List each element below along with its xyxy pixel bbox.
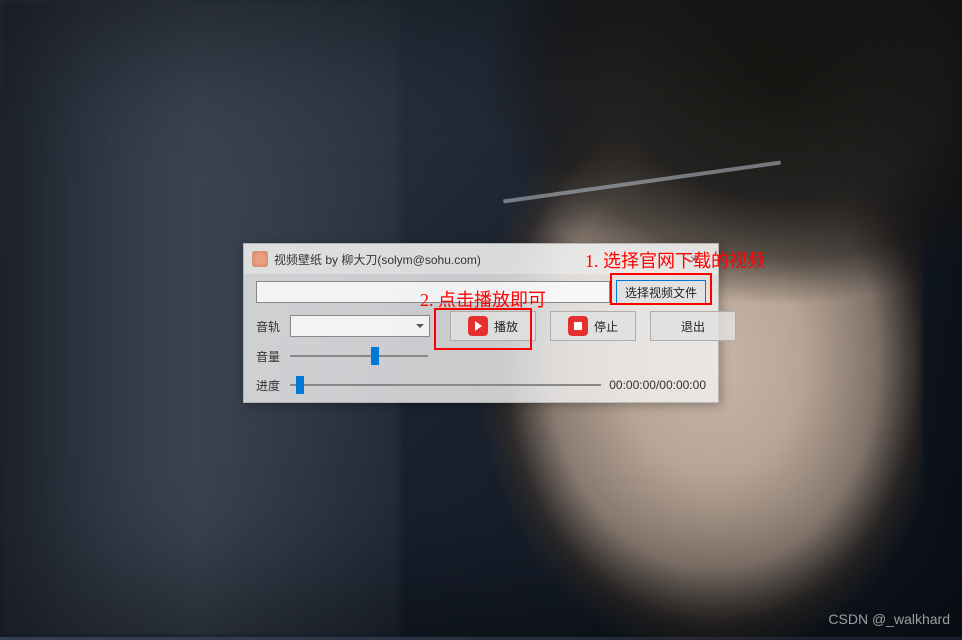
stop-icon: [568, 316, 588, 336]
app-icon: [252, 251, 268, 267]
track-label: 音轨: [256, 318, 290, 335]
titlebar[interactable]: 视频壁纸 by 柳大刀(solym@sohu.com) ×: [244, 244, 718, 274]
volume-slider[interactable]: [290, 346, 428, 366]
stop-label: 停止: [594, 318, 618, 335]
play-icon: [468, 316, 488, 336]
close-button[interactable]: ×: [674, 248, 714, 270]
time-display: 00:00:00/00:00:00: [609, 378, 706, 392]
volume-label: 音量: [256, 348, 290, 365]
select-file-label: 选择视频文件: [625, 284, 697, 301]
play-label: 播放: [494, 318, 518, 335]
progress-slider[interactable]: [290, 375, 601, 395]
watermark: CSDN @_walkhard: [828, 611, 950, 627]
play-button[interactable]: 播放: [450, 311, 536, 341]
window-title: 视频壁纸 by 柳大刀(solym@sohu.com): [274, 251, 674, 268]
video-wallpaper-dialog: 视频壁纸 by 柳大刀(solym@sohu.com) × 选择视频文件 音轨 …: [243, 243, 719, 403]
exit-label: 退出: [681, 318, 705, 335]
progress-label: 进度: [256, 377, 290, 394]
select-video-file-button[interactable]: 选择视频文件: [616, 280, 706, 304]
audio-track-select[interactable]: [290, 315, 430, 337]
close-icon: ×: [690, 251, 698, 267]
stop-button[interactable]: 停止: [550, 311, 636, 341]
video-path-input[interactable]: [256, 281, 610, 303]
exit-button[interactable]: 退出: [650, 311, 736, 341]
